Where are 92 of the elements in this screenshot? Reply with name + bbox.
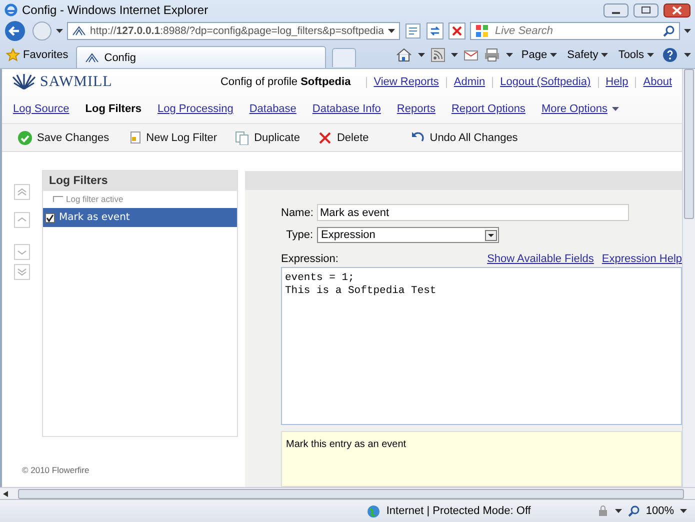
site-logo-icon: [85, 52, 100, 62]
header-link[interactable]: Logout (Softpedia): [500, 76, 591, 88]
toolbar-button[interactable]: Duplicate: [235, 130, 300, 144]
copyright-text: © 2010 Flowerfire: [21, 465, 90, 477]
expression-label: Expression:: [281, 253, 340, 265]
site-logo-icon: [72, 26, 86, 36]
caret-icon[interactable]: [418, 53, 426, 57]
toolbar-button[interactable]: Delete: [318, 130, 369, 144]
expression-field[interactable]: events = 1; This is a Softpedia Test: [281, 267, 682, 425]
caret-icon[interactable]: [601, 53, 608, 57]
copy-icon: [235, 130, 250, 144]
search-provider-icon: [474, 24, 489, 38]
nav-tab[interactable]: More Options: [541, 103, 620, 115]
window-title: Config - Windows Internet Explorer: [22, 3, 210, 17]
menu-button[interactable]: Tools: [616, 49, 656, 61]
zoom-level[interactable]: 100%: [646, 505, 674, 517]
scroll-left-icon[interactable]: [3, 490, 8, 496]
check-circle-icon: [18, 130, 32, 144]
browser-tab[interactable]: Config: [76, 46, 326, 68]
name-field[interactable]: Mark as event: [317, 204, 629, 221]
search-icon[interactable]: [663, 25, 675, 37]
dropdown-caret-icon[interactable]: [388, 29, 395, 33]
print-icon[interactable]: [484, 48, 500, 62]
nav-tab[interactable]: Database: [249, 103, 296, 115]
compatibility-icon[interactable]: [404, 22, 422, 40]
caret-icon[interactable]: [614, 509, 622, 513]
caret-icon[interactable]: [506, 53, 514, 57]
caret-icon: [612, 107, 620, 111]
help-icon[interactable]: [662, 47, 678, 63]
name-label: Name:: [281, 206, 313, 218]
address-field[interactable]: http://127.0.0.1:8988/?dp=config&page=log_filters&p=softpedia: [67, 22, 400, 40]
caret-icon[interactable]: [647, 53, 654, 57]
refresh-icon[interactable]: [426, 22, 444, 40]
code-line: events = 1;: [285, 272, 356, 285]
scrollbar-thumb[interactable]: [684, 69, 694, 219]
profile-label: Config of profile Softpedia: [220, 76, 351, 88]
browser-logo-icon: [4, 3, 18, 17]
header-link[interactable]: About: [643, 76, 672, 88]
type-dropdown[interactable]: Expression: [317, 227, 499, 243]
column-hint: Log filter active: [66, 194, 124, 204]
toolbar-button[interactable]: Save Changes: [18, 130, 110, 144]
menu-button[interactable]: Page: [519, 49, 560, 61]
nav-tab[interactable]: Database Info: [312, 103, 381, 115]
header-link[interactable]: Help: [606, 76, 628, 88]
undo-icon: [410, 130, 425, 144]
fields-link[interactable]: Show Available Fields: [487, 253, 594, 265]
nav-tab[interactable]: Log Source: [13, 103, 70, 115]
scrollbar-thumb[interactable]: [18, 488, 684, 498]
tab-title: Config: [104, 52, 136, 64]
star-icon: [6, 48, 20, 62]
caret-icon[interactable]: [684, 53, 691, 57]
caret-icon[interactable]: [550, 53, 558, 57]
zoom-icon[interactable]: [628, 505, 640, 517]
type-label: Type:: [285, 229, 313, 241]
favorites-button[interactable]: Favorites: [4, 48, 70, 62]
nav-tab[interactable]: Reports: [396, 103, 436, 115]
nav-tab[interactable]: Log Processing: [158, 103, 234, 115]
horizontal-scrollbar[interactable]: [0, 487, 695, 499]
dropdown-caret-icon[interactable]: [56, 29, 63, 33]
sawmill-logo-icon: [12, 74, 36, 90]
toolbar-button[interactable]: Undo All Changes: [410, 130, 518, 144]
stop-icon[interactable]: [448, 22, 466, 40]
caret-icon[interactable]: [680, 509, 687, 513]
maximize-icon[interactable]: [633, 2, 659, 18]
delete-icon: [318, 130, 332, 144]
checkbox[interactable]: [45, 212, 55, 222]
nav-tab[interactable]: Report Options: [451, 103, 526, 115]
filter-list-item[interactable]: Mark as event: [43, 208, 237, 227]
globe-icon: [367, 504, 380, 518]
comment-box: Mark this entry as an event: [281, 431, 682, 487]
toolbar-button[interactable]: New Log Filter: [127, 130, 218, 144]
menu-button[interactable]: Safety: [565, 49, 610, 61]
caret-icon[interactable]: [451, 53, 458, 57]
code-line: This is a Softpedia Test: [285, 285, 438, 298]
close-icon[interactable]: [663, 2, 691, 18]
logo-text: SAWMILL: [40, 74, 112, 90]
nav-tab[interactable]: Log Filters: [85, 103, 142, 115]
panel-title: Log Filters: [43, 171, 237, 191]
security-zone-text: Internet | Protected Mode: Off: [386, 505, 531, 517]
home-icon[interactable]: [396, 48, 412, 62]
minimize-icon[interactable]: [603, 2, 629, 18]
feed-icon[interactable]: [431, 48, 446, 62]
mail-icon[interactable]: [464, 49, 478, 61]
help-link[interactable]: Expression Help: [602, 253, 682, 265]
header-link[interactable]: View Reports: [374, 76, 439, 88]
dropdown-caret-icon: [485, 230, 497, 240]
dropdown-caret-icon[interactable]: [684, 29, 691, 33]
url-text: http://127.0.0.1:8988/?dp=config&page=log_filters&p=softpedia: [90, 25, 384, 37]
header-link[interactable]: Admin: [454, 76, 486, 88]
back-icon[interactable]: [4, 20, 28, 42]
search-field[interactable]: Live Search: [470, 22, 680, 40]
bracket-line-icon: [53, 196, 63, 202]
